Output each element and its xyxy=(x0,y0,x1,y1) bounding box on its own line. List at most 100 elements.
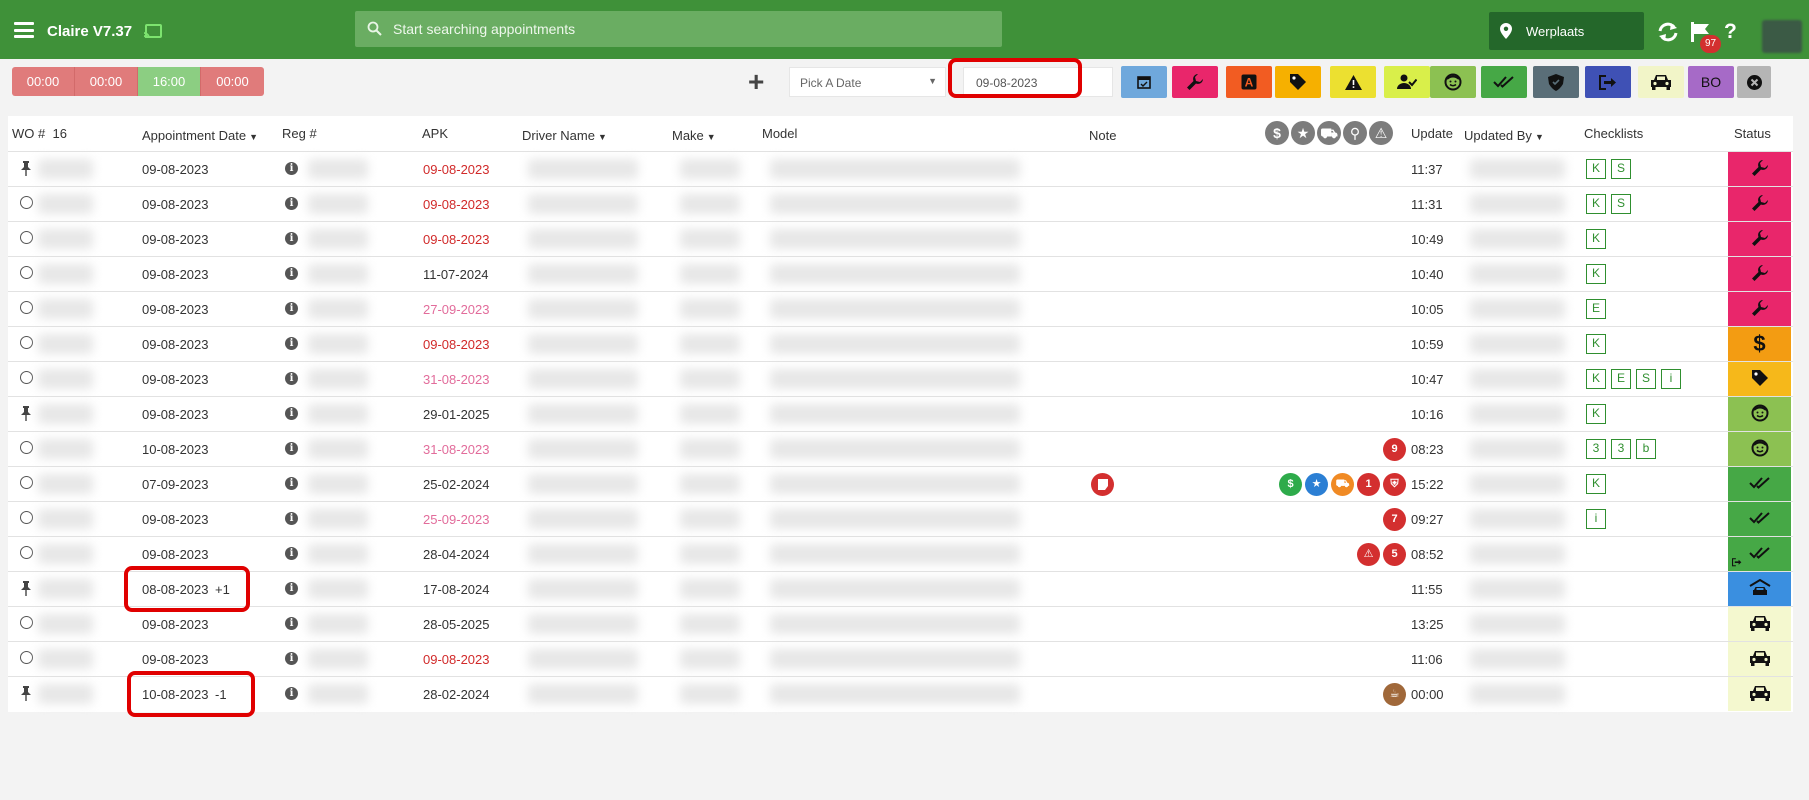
info-icon[interactable]: i xyxy=(285,232,298,245)
table-row[interactable]: 08-08-2023 +1 i 17-08-2024 11:55 xyxy=(8,571,1793,606)
select-radio[interactable] xyxy=(20,266,33,279)
timer-4[interactable]: 00:00 xyxy=(201,67,264,96)
shield-icon[interactable]: ⛨ xyxy=(1383,473,1406,496)
col-driver[interactable]: Driver Name ▼ xyxy=(522,128,607,143)
table-row[interactable]: 09-08-2023 i 25-09-2023 7 09:27 i xyxy=(8,501,1793,536)
checklist-item[interactable]: K xyxy=(1586,264,1606,284)
checklist-item[interactable]: K xyxy=(1586,474,1606,494)
col-reg[interactable]: Reg # xyxy=(282,126,317,141)
dollar-icon[interactable]: $ xyxy=(1279,473,1302,496)
warning-icon[interactable]: ⚠ xyxy=(1357,543,1380,566)
info-icon[interactable]: i xyxy=(285,162,298,175)
customer-filter-button[interactable] xyxy=(1430,66,1476,98)
count-badge[interactable]: 5 xyxy=(1383,543,1406,566)
status-car[interactable] xyxy=(1728,677,1791,711)
car-filter-button[interactable] xyxy=(1638,66,1684,98)
info-icon[interactable]: i xyxy=(285,302,298,315)
info-icon[interactable]: i xyxy=(285,197,298,210)
info-icon[interactable]: i xyxy=(285,337,298,350)
table-row[interactable]: 10-08-2023 i 31-08-2023 9 08:23 3 3 b xyxy=(8,431,1793,466)
timer-3[interactable]: 16:00 xyxy=(138,67,201,96)
menu-icon[interactable] xyxy=(14,22,34,38)
select-radio[interactable] xyxy=(20,651,33,664)
help-icon[interactable]: ? xyxy=(1724,20,1737,44)
status-repair[interactable] xyxy=(1728,187,1791,221)
status-done[interactable] xyxy=(1728,502,1791,536)
cart-icon[interactable]: ⛟ xyxy=(1317,121,1341,145)
table-row[interactable]: 09-08-2023 i 11-07-2024 10:40 K xyxy=(8,256,1793,291)
checklist-item[interactable]: E xyxy=(1586,299,1606,319)
info-icon[interactable]: i xyxy=(285,372,298,385)
info-icon[interactable]: i xyxy=(285,442,298,455)
table-row[interactable]: 09-08-2023 i 28-04-2024 5 ⚠ 08:52 xyxy=(8,536,1793,571)
checklist-item[interactable]: K xyxy=(1586,229,1606,249)
col-status[interactable]: Status xyxy=(1734,126,1771,141)
checklist-item[interactable]: 3 xyxy=(1586,439,1606,459)
col-apk[interactable]: APK xyxy=(422,126,448,141)
status-tag[interactable] xyxy=(1728,362,1791,396)
info-icon[interactable]: i xyxy=(285,267,298,280)
checklist-item[interactable]: 3 xyxy=(1611,439,1631,459)
pin-icon[interactable]: ⚲ xyxy=(1343,121,1367,145)
checklist-item[interactable]: K xyxy=(1586,159,1606,179)
status-repair[interactable] xyxy=(1728,152,1791,186)
pin-icon[interactable] xyxy=(20,161,32,179)
table-row[interactable]: 09-08-2023 i 28-05-2025 13:25 xyxy=(8,606,1793,641)
checklist-item[interactable]: b xyxy=(1636,439,1656,459)
status-car[interactable] xyxy=(1728,642,1791,676)
select-radio[interactable] xyxy=(20,371,33,384)
status-garage[interactable] xyxy=(1728,572,1791,606)
count-badge[interactable]: 1 xyxy=(1357,473,1380,496)
calendar-filter-button[interactable] xyxy=(1121,66,1167,98)
checklist-item[interactable]: i xyxy=(1661,369,1681,389)
search-bar[interactable] xyxy=(355,11,1002,47)
status-payment[interactable]: $ xyxy=(1728,327,1791,361)
status-repair[interactable] xyxy=(1728,257,1791,291)
dollar-icon[interactable]: $ xyxy=(1265,121,1289,145)
checklist-item[interactable]: K xyxy=(1586,194,1606,214)
table-row[interactable]: 09-08-2023 i 09-08-2023 10:59 K $ xyxy=(8,326,1793,361)
avatar[interactable] xyxy=(1762,20,1802,53)
select-radio[interactable] xyxy=(20,441,33,454)
repair-filter-button[interactable] xyxy=(1172,66,1218,98)
select-radio[interactable] xyxy=(20,336,33,349)
cast-icon[interactable] xyxy=(143,24,162,40)
status-done[interactable] xyxy=(1728,467,1791,501)
warning-filter-button[interactable] xyxy=(1330,66,1376,98)
select-radio[interactable] xyxy=(20,301,33,314)
select-radio[interactable] xyxy=(20,476,33,489)
pin-icon[interactable] xyxy=(20,686,32,704)
clear-filter-button[interactable] xyxy=(1737,66,1771,98)
warning-icon[interactable]: ⚠ xyxy=(1369,121,1393,145)
add-appointment-button[interactable]: + xyxy=(748,68,764,96)
status-car[interactable] xyxy=(1728,607,1791,641)
info-icon[interactable]: i xyxy=(285,407,298,420)
col-appointment-date[interactable]: Appointment Date ▼ xyxy=(142,128,258,143)
select-radio[interactable] xyxy=(20,196,33,209)
col-model[interactable]: Model xyxy=(762,126,797,141)
checklist-item[interactable]: K xyxy=(1586,369,1606,389)
info-icon[interactable]: i xyxy=(285,582,298,595)
count-badge[interactable]: 9 xyxy=(1383,438,1406,461)
table-row[interactable]: 09-08-2023 i 31-08-2023 10:47 K E Si xyxy=(8,361,1793,396)
cart-icon[interactable]: ⛟ xyxy=(1331,473,1354,496)
pin-icon[interactable] xyxy=(20,581,32,599)
info-icon[interactable]: i xyxy=(285,547,298,560)
table-row[interactable]: 09-08-2023 i 29-01-2025 10:16 K xyxy=(8,396,1793,431)
tag-filter-button[interactable] xyxy=(1275,66,1321,98)
search-input[interactable] xyxy=(391,11,991,47)
refresh-icon[interactable] xyxy=(1657,22,1679,42)
table-row[interactable]: 07-09-2023 i 25-02-2024 ⛨ 1 ⛟ ★ $15:22 K xyxy=(8,466,1793,501)
count-badge[interactable]: 7 xyxy=(1383,508,1406,531)
timer-2[interactable]: 00:00 xyxy=(75,67,138,96)
coffee-icon[interactable]: ☕ xyxy=(1383,683,1406,706)
select-radio[interactable] xyxy=(20,511,33,524)
info-icon[interactable]: i xyxy=(285,512,298,525)
date-picker-select[interactable]: Pick A Date ▼ xyxy=(789,67,946,97)
checklist-item[interactable]: S xyxy=(1636,369,1656,389)
checklist-item[interactable]: S xyxy=(1611,194,1631,214)
status-done-out[interactable] xyxy=(1728,537,1791,571)
info-icon[interactable]: i xyxy=(285,617,298,630)
shield-filter-button[interactable] xyxy=(1533,66,1579,98)
status-repair[interactable] xyxy=(1728,292,1791,326)
